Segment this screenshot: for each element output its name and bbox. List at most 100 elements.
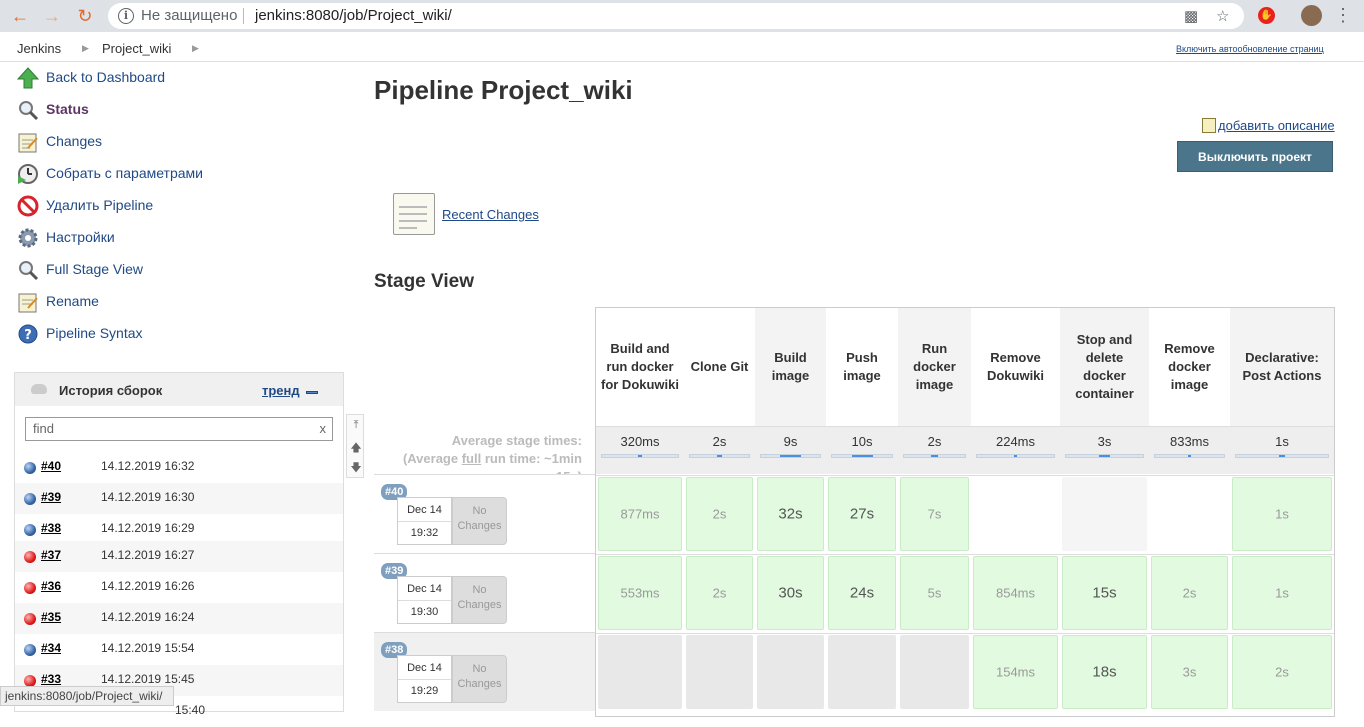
avg-label-suffix: run time: ~1min [481,451,582,466]
info-icon[interactable]: i [118,8,134,24]
stage-cell[interactable]: 1s [1232,556,1332,630]
stage-cell[interactable]: 553ms [598,556,682,630]
build-date[interactable]: 14.12.2019 16:32 [101,459,194,473]
task-delete-pipeline[interactable]: Удалить Pipeline [14,194,344,218]
build-date[interactable]: 14.12.2019 16:27 [101,548,194,562]
task-rename[interactable]: Rename [14,290,344,314]
stage-name: Push image [843,350,881,383]
add-description-link[interactable]: добавить описание [1202,118,1335,133]
build-number-link[interactable]: #39 [41,490,61,504]
url-text[interactable]: jenkins:8080/job/Project_wiki/ [255,7,452,24]
build-date[interactable]: 14.12.2019 15:45 [101,672,194,686]
stage-cell[interactable]: 18s [1062,635,1147,709]
build-date[interactable]: 14.12.2019 15:54 [101,641,194,655]
task-status[interactable]: Status [14,98,344,122]
security-label: Не защищено [141,7,238,24]
bookmark-star-icon[interactable]: ☆ [1216,7,1229,25]
build-search-input[interactable]: find x [25,417,333,441]
run-changes[interactable]: No Changes [452,576,507,624]
build-date[interactable]: 14.12.2019 16:26 [101,579,194,593]
task-full-stage-view[interactable]: Full Stage View [14,258,344,282]
build-number-link[interactable]: #37 [41,548,61,562]
stage-cell[interactable]: 2s [1151,556,1228,630]
task-changes[interactable]: Changes [14,130,344,154]
build-number-link[interactable]: #34 [41,641,61,655]
chevron-right-icon[interactable]: ▶ [82,43,89,54]
breadcrumb-project[interactable]: Project_wiki [102,41,171,56]
disable-project-button[interactable]: Выключить проект [1177,141,1333,172]
breadcrumb-jenkins[interactable]: Jenkins [17,41,61,56]
stage-cell[interactable]: 2s [686,477,753,551]
build-status-ball-icon [24,613,36,625]
page-down-icon[interactable]: 🡇 [350,459,362,474]
stage-header: Remove docker image [1149,308,1230,426]
stage-cell[interactable]: 154ms [973,635,1058,709]
build-row: #36 14.12.2019 16:26 [15,572,343,603]
build-date[interactable]: 15:40 [175,703,205,717]
build-number-link[interactable]: #38 [41,521,61,535]
stage-cell-duration: 7s [927,506,942,522]
translate-icon[interactable]: ▩ [1184,7,1198,25]
stage-average-bar [1235,454,1329,458]
stage-cell[interactable]: 24s [828,556,896,630]
stage-average-fill [638,455,642,457]
page-top-icon[interactable]: ⤒ [350,419,362,433]
run-changes[interactable]: No Changes [452,655,507,703]
reload-icon[interactable]: ↻ [75,6,95,26]
build-number-link[interactable]: #36 [41,579,61,593]
stage-cell-duration: 854ms [995,585,1036,601]
stage-cell[interactable]: 15s [1062,556,1147,630]
recent-changes-link[interactable]: Recent Changes [442,207,539,222]
extension-icon[interactable]: ✋ [1258,7,1275,24]
stage-average-bar [689,454,750,458]
autorefresh-link[interactable]: Включить автообновление страниц [1176,44,1324,54]
stage-cell[interactable]: 27s [828,477,896,551]
add-description-label: добавить описание [1218,118,1335,133]
run-changes[interactable]: No Changes [452,497,507,545]
stage-cell[interactable]: 877ms [598,477,682,551]
task-settings[interactable]: Настройки [14,226,344,250]
build-status-ball-icon [24,462,36,474]
row-divider [596,633,1334,634]
address-bar[interactable]: i Не защищено jenkins:8080/job/Project_w… [108,3,1244,29]
build-number-link[interactable]: #35 [41,610,61,624]
build-number-link[interactable]: #40 [41,459,61,473]
run-date: Dec 14 [407,504,442,516]
build-number-link[interactable]: #33 [41,672,61,686]
page-up-icon[interactable]: 🡅 [350,439,362,454]
stage-cell[interactable]: 5s [900,556,969,630]
build-status-ball-icon [24,524,36,536]
stage-cell[interactable]: 2s [1232,635,1332,709]
task-build-with-params[interactable]: Собрать с параметрами [14,162,344,186]
back-arrow-icon[interactable]: ← [10,6,30,26]
build-date[interactable]: 14.12.2019 16:24 [101,610,194,624]
task-pipeline-syntax[interactable]: ? Pipeline Syntax [14,322,344,346]
trend-icon[interactable] [306,391,318,394]
stage-cell[interactable]: 30s [757,556,824,630]
build-date[interactable]: 14.12.2019 16:29 [101,521,194,535]
stage-cell[interactable]: 2s [686,556,753,630]
status-bar-url: jenkins:8080/job/Project_wiki/ [0,686,174,706]
stage-cell[interactable]: 3s [1151,635,1228,709]
chevron-right-icon[interactable]: ▶ [192,43,199,54]
stage-cell[interactable]: 32s [757,477,824,551]
build-history-title: История сборок [59,383,163,398]
stage-name: Remove docker image [1164,341,1215,392]
menu-icon[interactable]: ⋮ [1334,5,1352,26]
task-label: Pipeline Syntax [46,325,143,341]
task-label: Status [46,101,89,117]
task-back-to-dashboard[interactable]: Back to Dashboard [14,66,344,90]
forward-arrow-icon[interactable]: → [42,6,62,26]
clear-search-button[interactable]: x [320,421,327,436]
stage-average: 2s [898,426,971,474]
stage-cell[interactable]: 7s [900,477,969,551]
stage-cell[interactable]: 1s [1232,477,1332,551]
avatar[interactable] [1301,5,1322,26]
stage-name: Build image [771,350,810,383]
stage-cell[interactable]: 854ms [973,556,1058,630]
build-date[interactable]: 14.12.2019 16:30 [101,490,194,504]
stage-average-time: 224ms [995,434,1036,449]
stage-cell-duration: 5s [927,585,942,601]
build-status-ball-icon [24,582,36,594]
trend-link[interactable]: тренд [262,383,300,398]
